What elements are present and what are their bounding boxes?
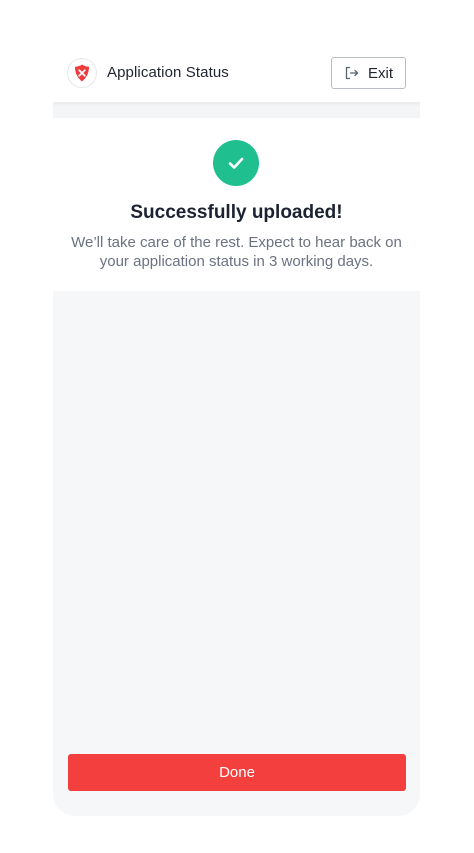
success-title: Successfully uploaded! xyxy=(130,202,343,223)
shield-x-logo-icon xyxy=(75,64,89,82)
check-icon xyxy=(228,157,244,169)
exit-button[interactable]: Exit xyxy=(331,57,406,89)
application-status-card: Application Status Exit Successfully upl… xyxy=(53,0,420,816)
success-panel: Successfully uploaded! We’ll take care o… xyxy=(53,118,420,291)
content-area: Done xyxy=(53,291,420,816)
success-message: We’ll take care of the rest. Expect to h… xyxy=(71,234,402,270)
header: Application Status Exit xyxy=(53,40,420,102)
header-divider-strip xyxy=(53,102,420,118)
header-title: Application Status xyxy=(107,64,229,81)
success-badge xyxy=(213,140,259,186)
brand-logo xyxy=(67,58,97,88)
exit-arrow-icon xyxy=(345,66,359,80)
done-button[interactable]: Done xyxy=(68,754,406,791)
page: Application Status Exit Successfully upl… xyxy=(0,0,474,853)
exit-label: Exit xyxy=(367,64,393,82)
